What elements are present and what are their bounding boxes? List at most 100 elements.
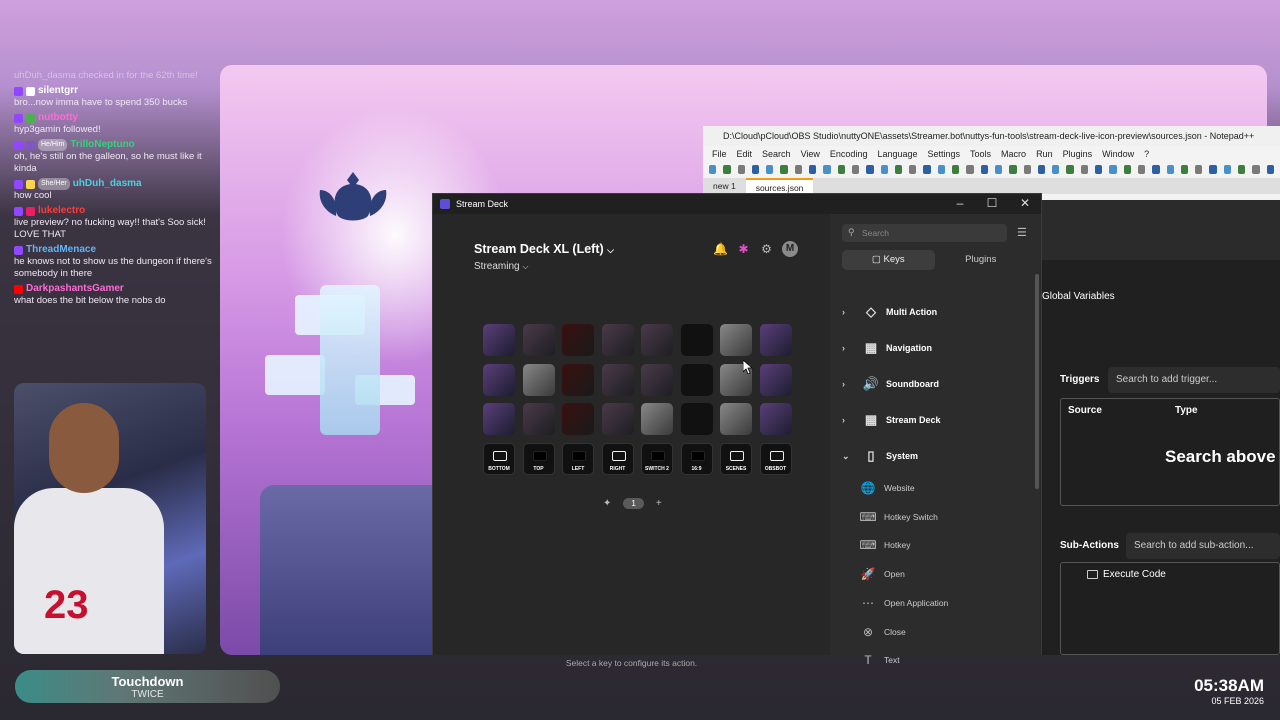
toolbar-icon[interactable] <box>894 165 903 174</box>
tab-new-1[interactable]: new 1 <box>703 178 746 194</box>
device-selector[interactable]: Stream Deck XL (Left) ⌵ <box>474 242 614 256</box>
deck-key[interactable] <box>641 403 673 435</box>
add-page-icon[interactable]: + <box>656 498 662 509</box>
deck-key[interactable] <box>522 324 555 356</box>
deck-key[interactable] <box>601 363 634 396</box>
toolbar-icon[interactable] <box>1095 165 1103 174</box>
action-item[interactable]: ⌨ Hotkey <box>859 536 910 554</box>
deck-key[interactable] <box>759 324 792 356</box>
menu-item[interactable]: Encoding <box>825 149 873 159</box>
menu-item[interactable]: Run <box>1031 149 1058 159</box>
bell-icon[interactable]: 🔔 <box>713 242 728 257</box>
deck-key[interactable] <box>522 403 555 435</box>
toolbar-icon[interactable] <box>1066 165 1074 174</box>
minimize-button[interactable]: – <box>950 196 970 210</box>
list-view-icon[interactable]: ☰ <box>1017 226 1027 239</box>
toolbar-icon[interactable] <box>1023 165 1031 174</box>
toolbar-icon[interactable] <box>1209 165 1217 174</box>
gear-icon[interactable]: ⚙ <box>759 242 774 257</box>
tab-plugins[interactable]: Plugins <box>935 250 1028 270</box>
deck-key[interactable] <box>641 363 673 396</box>
toolbar-icon[interactable] <box>837 165 845 174</box>
category-stream-deck[interactable]: › ▦ Stream Deck <box>842 410 941 430</box>
toolbar-icon[interactable] <box>1123 165 1131 174</box>
menu-item[interactable]: Plugins <box>1058 149 1098 159</box>
deck-key[interactable] <box>680 324 713 356</box>
toolbar-icon[interactable] <box>866 165 874 174</box>
page-indicator[interactable]: 1 <box>623 498 644 509</box>
deck-key[interactable]: RIGHT <box>601 442 634 475</box>
toolbar-icon[interactable] <box>909 165 917 174</box>
menu-item[interactable]: ? <box>1139 149 1154 159</box>
tab-sources-json[interactable]: sources.json <box>745 178 814 194</box>
toolbar-icon[interactable] <box>1252 165 1260 174</box>
subaction-search-input[interactable]: Search to add sub-action... <box>1126 533 1280 559</box>
avatar[interactable]: M <box>782 241 798 257</box>
toolbar-icon[interactable] <box>880 165 888 174</box>
deck-key[interactable] <box>680 363 713 396</box>
toolbar-icon[interactable] <box>1109 165 1117 174</box>
deck-key[interactable]: SWITCH 2 <box>641 442 673 475</box>
toolbar-icon[interactable] <box>980 165 988 174</box>
toolbar-icon[interactable] <box>1237 165 1246 174</box>
pin-icon[interactable]: ✦ <box>603 498 611 509</box>
deck-key[interactable] <box>759 403 792 435</box>
deck-key[interactable] <box>720 403 752 435</box>
toolbar-icon[interactable] <box>1166 165 1174 174</box>
action-item[interactable]: ⊗ Close <box>860 623 906 641</box>
action-item[interactable]: 🌐 Website <box>860 479 915 497</box>
profile-selector[interactable]: Streaming ⌵ <box>474 261 528 272</box>
menu-item[interactable]: Search <box>757 149 796 159</box>
deck-key[interactable] <box>680 403 713 435</box>
scrollbar[interactable] <box>1035 274 1039 489</box>
menu-item[interactable]: File <box>707 149 732 159</box>
toolbar-icon[interactable] <box>709 165 717 174</box>
deck-key[interactable] <box>601 324 634 356</box>
toolbar-icon[interactable] <box>766 165 774 174</box>
toolbar-icon[interactable] <box>1037 165 1046 174</box>
deck-key[interactable] <box>483 363 515 396</box>
toolbar-icon[interactable] <box>1080 165 1089 174</box>
menu-item[interactable]: Macro <box>996 149 1031 159</box>
deck-key[interactable] <box>562 363 594 396</box>
deck-key[interactable]: BOTTOM <box>483 442 515 475</box>
deck-key[interactable] <box>483 324 515 356</box>
deck-key[interactable] <box>759 363 792 396</box>
deck-key[interactable]: SCENES <box>720 442 752 475</box>
toolbar-icon[interactable] <box>780 165 788 174</box>
toolbar-icon[interactable] <box>937 165 946 174</box>
action-item[interactable]: ⋯ Open Application <box>860 594 948 612</box>
deck-key[interactable]: 16:9 <box>680 442 713 475</box>
toolbar-icon[interactable] <box>1052 165 1060 174</box>
deck-key[interactable] <box>601 403 634 435</box>
maximize-button[interactable]: ☐ <box>982 196 1002 210</box>
toolbar-icon[interactable] <box>966 165 974 174</box>
toolbar-icon[interactable] <box>1009 165 1017 174</box>
menu-item[interactable]: Settings <box>923 149 966 159</box>
deck-key[interactable]: LEFT <box>562 442 594 475</box>
global-variables-tab[interactable]: Global Variables <box>1042 291 1115 302</box>
toolbar-icon[interactable] <box>923 165 931 174</box>
category-multi-action[interactable]: › ◇ Multi Action <box>842 302 937 322</box>
toolbar-icon[interactable] <box>823 165 831 174</box>
toolbar-icon[interactable] <box>952 165 960 174</box>
menu-item[interactable]: Tools <box>965 149 996 159</box>
menu-item[interactable]: View <box>796 149 825 159</box>
toolbar-icon[interactable] <box>1180 165 1189 174</box>
toolbar-icon[interactable] <box>1137 165 1146 174</box>
action-item[interactable]: T Text <box>860 651 899 669</box>
tab-keys[interactable]: ▢ Keys <box>842 250 935 270</box>
toolbar-icon[interactable] <box>809 165 817 174</box>
deck-key[interactable]: OBSBOT <box>759 442 792 475</box>
close-button[interactable]: ✕ <box>1015 196 1035 210</box>
menu-item[interactable]: Language <box>872 149 922 159</box>
subaction-item[interactable]: Execute Code <box>1087 569 1166 580</box>
toolbar-icon[interactable] <box>1266 165 1274 174</box>
menu-item[interactable]: Window <box>1097 149 1139 159</box>
deck-key[interactable] <box>562 403 594 435</box>
toolbar-icon[interactable] <box>723 165 731 174</box>
toolbar-icon[interactable] <box>851 165 860 174</box>
menu-item[interactable]: Edit <box>732 149 758 159</box>
toolbar-icon[interactable] <box>751 165 760 174</box>
deck-key[interactable] <box>562 324 594 356</box>
